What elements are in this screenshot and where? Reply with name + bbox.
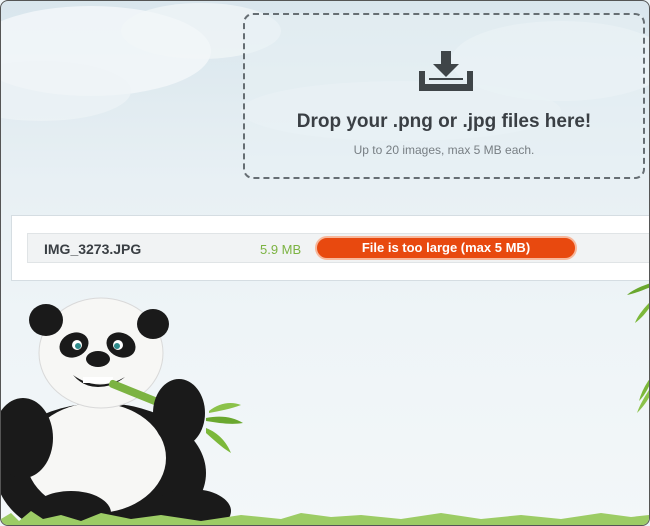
file-row: IMG_3273.JPG 5.9 MB File is too large (m…	[27, 233, 649, 263]
download-tray-icon	[419, 51, 473, 91]
bamboo-leaves-decoration	[627, 283, 649, 413]
file-size: 5.9 MB	[260, 242, 302, 257]
file-name: IMG_3273.JPG	[44, 241, 142, 257]
drop-zone-subtitle: Up to 20 images, max 5 MB each.	[353, 143, 535, 157]
grass-decoration	[1, 511, 649, 525]
panda-mascot-icon	[1, 297, 243, 525]
file-error-status: File is too large (max 5 MB)	[315, 236, 577, 260]
app-frame: Drop your .png or .jpg files here! Up to…	[0, 0, 650, 526]
file-drop-zone[interactable]: Drop your .png or .jpg files here! Up to…	[243, 13, 645, 179]
file-list-panel: IMG_3273.JPG 5.9 MB File is too large (m…	[11, 215, 649, 281]
drop-zone-title: Drop your .png or .jpg files here!	[296, 111, 592, 132]
